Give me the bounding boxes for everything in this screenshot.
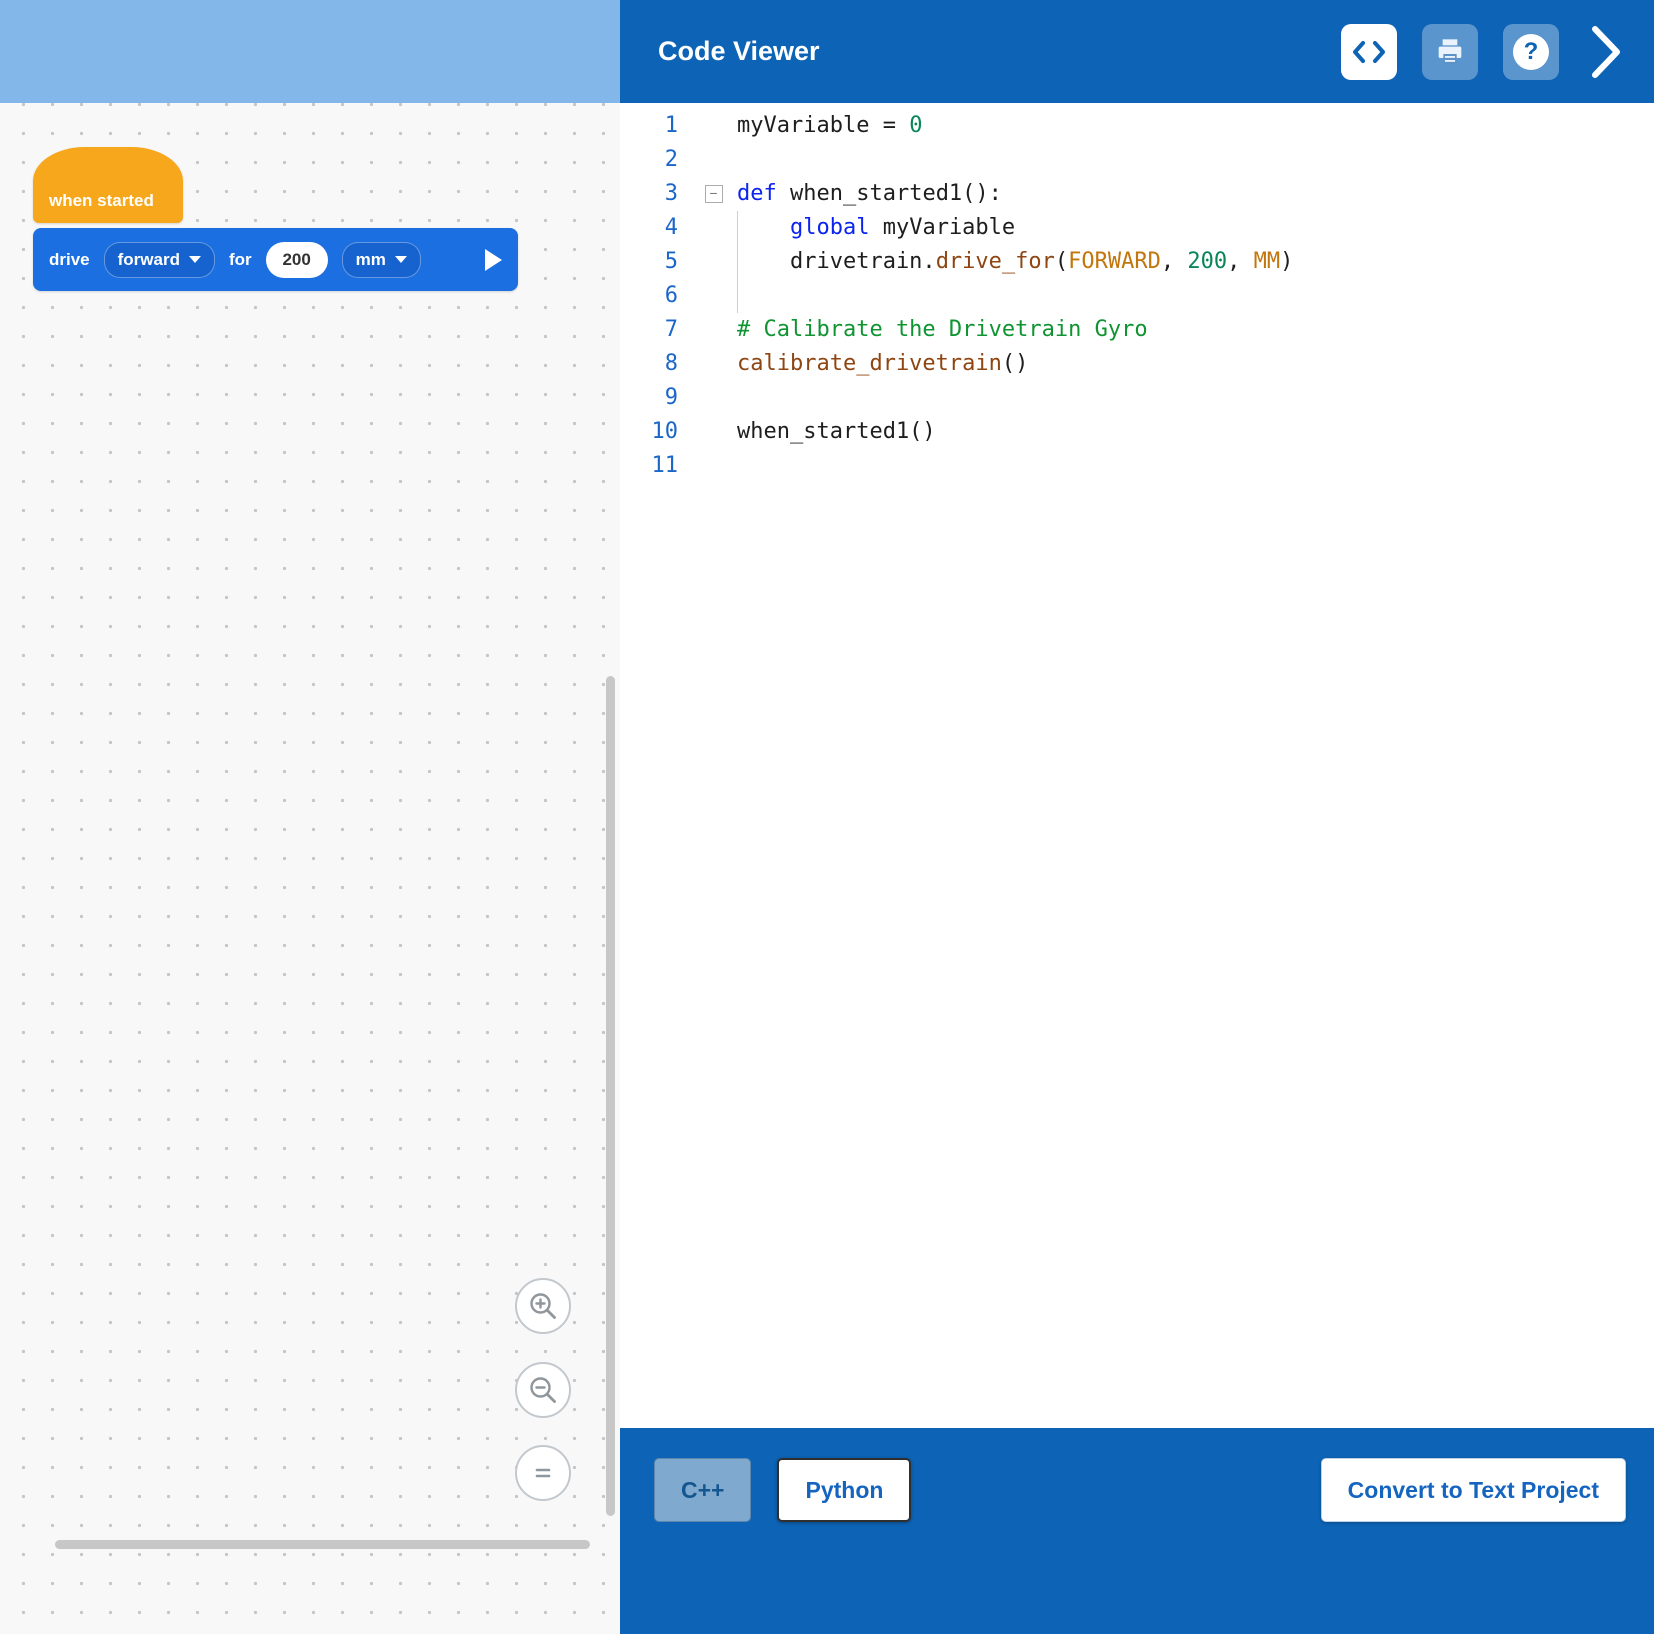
fold-slot — [690, 211, 737, 245]
code-line: 7 # Calibrate the Drivetrain Gyro — [620, 313, 1654, 347]
unit-dropdown[interactable]: mm — [342, 242, 421, 278]
line-number: 8 — [620, 347, 690, 381]
code-line: 4 global myVariable — [620, 211, 1654, 245]
convert-to-text-project-button[interactable]: Convert to Text Project — [1321, 1458, 1626, 1522]
fold-slot — [690, 245, 737, 279]
zoom-out-icon — [527, 1374, 559, 1406]
help-icon: ? — [1513, 34, 1549, 70]
direction-value: forward — [118, 250, 180, 270]
fold-slot: − — [690, 177, 737, 211]
line-number: 6 — [620, 279, 690, 313]
print-button[interactable] — [1422, 24, 1478, 80]
code-line: 10 when_started1() — [620, 415, 1654, 449]
code-lines: 1 myVariable = 0 23−def when_started1():4 … — [620, 109, 1654, 483]
blocks-canvas[interactable]: when started drive forward for 200 mm — [0, 103, 620, 1634]
chevron-down-icon — [189, 256, 201, 263]
line-number: 7 — [620, 313, 690, 347]
code-viewer-footer: C++ Python Convert to Text Project — [620, 1428, 1654, 1634]
app: when started drive forward for 200 mm — [0, 0, 1654, 1634]
for-label: for — [229, 250, 252, 270]
play-icon — [485, 249, 502, 271]
line-number: 5 — [620, 245, 690, 279]
distance-input[interactable]: 200 — [266, 242, 328, 278]
fold-slot — [690, 279, 737, 313]
vertical-scrollbar[interactable] — [606, 676, 615, 1516]
toolbar-strip — [0, 0, 620, 103]
direction-dropdown[interactable]: forward — [104, 242, 215, 278]
line-number: 1 — [620, 109, 690, 143]
code-line-text: # Calibrate the Drivetrain Gyro — [737, 313, 1148, 347]
panel-title: Code Viewer — [658, 36, 820, 67]
code-icon — [1352, 39, 1386, 65]
fold-slot — [690, 415, 737, 449]
code-viewer-panel: Code Viewer — [620, 0, 1654, 1634]
fold-slot — [690, 449, 737, 483]
line-number: 10 — [620, 415, 690, 449]
code-line-text: myVariable = 0 — [737, 109, 922, 143]
zoom-reset-icon — [527, 1457, 559, 1489]
fold-slot — [690, 109, 737, 143]
line-number: 2 — [620, 143, 690, 177]
fold-slot — [690, 143, 737, 177]
code-line: 6 — [620, 279, 1654, 313]
code-line: 5 drivetrain.drive_for(FORWARD, 200, MM) — [620, 245, 1654, 279]
header-icons: ? — [1341, 22, 1628, 82]
horizontal-scrollbar[interactable] — [55, 1540, 590, 1549]
code-line-text: drivetrain.drive_for(FORWARD, 200, MM) — [737, 245, 1293, 279]
run-block-button[interactable] — [485, 249, 502, 271]
code-line: 8 calibrate_drivetrain() — [620, 347, 1654, 381]
printer-icon — [1434, 36, 1466, 68]
code-line-text: def when_started1(): — [737, 177, 1002, 211]
fold-slot — [690, 347, 737, 381]
code-line: 11 — [620, 449, 1654, 483]
indent-guide — [737, 245, 738, 279]
python-tab-button[interactable]: Python — [777, 1458, 911, 1522]
line-number: 3 — [620, 177, 690, 211]
zoom-out-button[interactable] — [515, 1362, 571, 1418]
code-line-text: calibrate_drivetrain() — [737, 347, 1028, 381]
code-line: 1 myVariable = 0 — [620, 109, 1654, 143]
drive-forward-block[interactable]: drive forward for 200 mm — [33, 228, 518, 291]
when-started-block[interactable]: when started — [33, 147, 183, 223]
code-line: 3−def when_started1(): — [620, 177, 1654, 211]
zoom-reset-button[interactable] — [515, 1445, 571, 1501]
help-button[interactable]: ? — [1503, 24, 1559, 80]
collapse-panel-button[interactable] — [1584, 22, 1628, 82]
code-line-text: when_started1() — [737, 415, 936, 449]
fold-toggle-icon[interactable]: − — [705, 185, 723, 203]
fold-slot — [690, 313, 737, 347]
indent-guide — [737, 279, 738, 313]
unit-value: mm — [356, 250, 386, 270]
drive-label: drive — [49, 250, 90, 270]
fold-slot — [690, 381, 737, 415]
code-view-button[interactable] — [1341, 24, 1397, 80]
zoom-in-button[interactable] — [515, 1278, 571, 1334]
cpp-tab-button[interactable]: C++ — [654, 1458, 751, 1522]
code-line: 9 — [620, 381, 1654, 415]
when-started-label: when started — [49, 191, 154, 211]
blocks-workspace-panel: when started drive forward for 200 mm — [0, 0, 620, 1634]
line-number: 11 — [620, 449, 690, 483]
zoom-in-icon — [527, 1290, 559, 1322]
code-line: 2 — [620, 143, 1654, 177]
code-line-text: global myVariable — [737, 211, 1015, 245]
line-number: 4 — [620, 211, 690, 245]
chevron-right-icon — [1589, 23, 1623, 81]
line-number: 9 — [620, 381, 690, 415]
code-viewer-header: Code Viewer — [620, 0, 1654, 103]
code-editor[interactable]: 1 myVariable = 0 23−def when_started1():4 … — [620, 103, 1654, 1428]
chevron-down-icon — [395, 256, 407, 263]
indent-guide — [737, 211, 738, 245]
